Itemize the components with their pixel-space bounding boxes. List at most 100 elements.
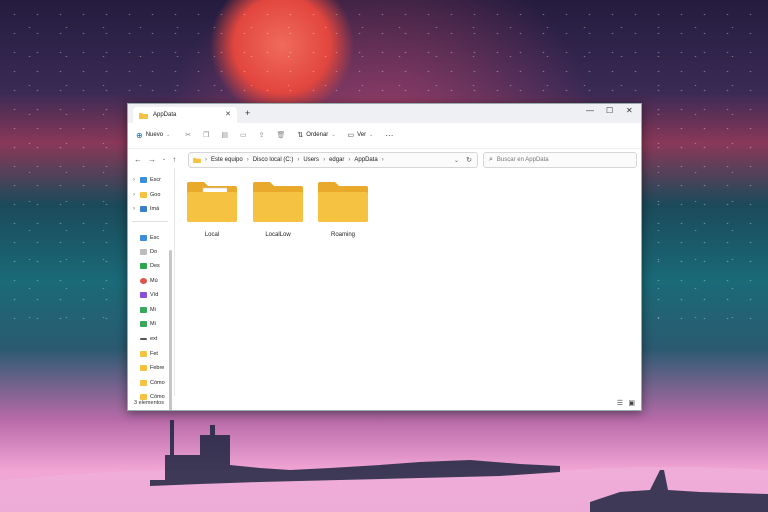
new-tab-button[interactable]: +: [245, 108, 250, 118]
sidebar-item[interactable]: Mi: [133, 318, 156, 329]
sidebar-item[interactable]: ext: [133, 333, 157, 344]
sidebar-item-label: Febre: [150, 364, 165, 371]
sidebar-item[interactable]: Febre: [133, 362, 164, 373]
sidebar-item[interactable]: › Escr: [133, 174, 161, 185]
sidebar-item[interactable]: Mi: [133, 304, 156, 315]
documents-icon: [140, 248, 147, 255]
folder-icon: [193, 157, 201, 163]
sidebar-item-label: Fet: [150, 350, 158, 357]
command-bar: ⊕ Nuevo ⌄ ✂ ❐ ▤ ▭ ⇪ 🗑 ⇅ Ordenar ⌄ ▭ Ver …: [128, 123, 641, 147]
breadcrumb-separator: ›: [381, 157, 384, 163]
title-bar: AppData ✕ + — ☐ ✕: [128, 104, 641, 123]
search-icon: ⌕: [489, 156, 493, 163]
folder-icon: [318, 182, 368, 222]
breadcrumb-item[interactable]: AppData: [354, 157, 377, 163]
folder-item-locallow[interactable]: LocalLow: [250, 182, 306, 238]
search-placeholder: Buscar en AppData: [496, 157, 549, 163]
address-bar[interactable]: › Este equipo › Disco local (C:) › Users…: [188, 152, 478, 168]
navigation-pane: › Escr › Goo › Imá Esc Do Des Mú Víd Mi Mi …: [128, 168, 175, 410]
sidebar-item-label: Do: [150, 248, 158, 255]
sidebar-item[interactable]: Cómo: [133, 377, 165, 388]
sidebar-item[interactable]: Fet: [133, 348, 158, 359]
drive-icon: [140, 306, 147, 313]
share-icon[interactable]: ⇪: [259, 131, 265, 139]
folder-icon: [140, 379, 147, 386]
wallpaper-city-silhouette: [0, 420, 768, 512]
chevron-down-icon: ⌄: [369, 132, 374, 138]
rename-icon[interactable]: ▭: [240, 131, 247, 139]
file-explorer-window: AppData ✕ + — ☐ ✕ ⊕ Nuevo ⌄ ✂ ❐ ▤ ▭ ⇪ 🗑 …: [127, 103, 642, 411]
sidebar-item[interactable]: Esc: [133, 232, 159, 243]
paste-icon[interactable]: ▤: [221, 131, 228, 139]
up-arrow-icon[interactable]: ↑: [172, 155, 176, 164]
chevron-down-icon[interactable]: ⌄: [162, 156, 166, 162]
sidebar-item[interactable]: › Goo: [133, 189, 160, 200]
sidebar-item-label: Des: [150, 262, 160, 269]
sidebar-item[interactable]: › Imá: [133, 203, 159, 214]
file-list: Local LocalLow Roaming: [175, 168, 641, 396]
tab-title: AppData: [153, 112, 177, 118]
sidebar-scrollbar[interactable]: [169, 250, 172, 410]
folder-item-roaming[interactable]: Roaming: [315, 182, 371, 238]
item-count: 3 elementos: [134, 400, 164, 406]
sidebar-item[interactable]: Mú: [133, 275, 158, 286]
folder-icon: [140, 350, 147, 357]
cut-icon[interactable]: ✂: [185, 131, 191, 139]
more-options-button[interactable]: ···: [385, 131, 393, 140]
dropdown-chevron-icon[interactable]: ⌄: [454, 157, 459, 164]
drive-icon: [140, 320, 147, 327]
view-button[interactable]: ▭ Ver ⌄: [348, 131, 374, 139]
breadcrumb-separator: ›: [323, 157, 326, 163]
folder-icon: [139, 112, 148, 119]
sidebar-item-label: Escr: [150, 176, 161, 183]
plus-circle-icon: ⊕: [136, 130, 143, 140]
view-label: Ver: [357, 132, 367, 138]
search-input[interactable]: ⌕ Buscar en AppData: [483, 152, 637, 168]
forward-arrow-icon[interactable]: →: [148, 155, 156, 164]
sidebar-item-label: Mi: [150, 320, 156, 327]
back-arrow-icon[interactable]: ←: [134, 155, 142, 164]
maximize-button[interactable]: ☐: [606, 106, 613, 115]
sidebar-item-label: ext: [150, 335, 158, 342]
folder-icon: [187, 182, 237, 222]
minimize-button[interactable]: —: [586, 106, 594, 115]
folder-icon: [140, 191, 147, 198]
status-bar: 3 elementos ☰ ▣: [128, 396, 641, 410]
breadcrumb-item[interactable]: Este equipo: [211, 157, 243, 163]
view-icon: ▭: [347, 132, 355, 139]
folder-icon: [140, 364, 147, 371]
details-view-icon[interactable]: ☰: [617, 399, 623, 407]
sidebar-item-label: Víd: [150, 291, 159, 298]
sort-button[interactable]: ⇅ Ordenar ⌄: [297, 131, 335, 139]
breadcrumb-separator: ›: [297, 157, 300, 163]
chevron-down-icon: ⌄: [331, 132, 336, 138]
new-label: Nuevo: [145, 132, 164, 138]
breadcrumb-item[interactable]: edgar: [329, 157, 344, 163]
sidebar-item-label: Esc: [150, 234, 160, 241]
chevron-right-icon: ›: [133, 176, 135, 183]
folder-label: Local: [204, 232, 220, 238]
pictures-icon: [140, 205, 147, 212]
delete-icon[interactable]: 🗑: [277, 131, 286, 139]
tab-appdata[interactable]: AppData ✕: [133, 107, 237, 123]
folder-item-local[interactable]: Local: [184, 182, 240, 238]
breadcrumb-separator: ›: [246, 157, 249, 163]
sort-label: Ordenar: [306, 132, 329, 138]
sidebar-item[interactable]: Víd: [133, 289, 158, 300]
refresh-icon[interactable]: ↻: [466, 156, 472, 164]
desktop-icon: [140, 176, 147, 183]
sidebar-item-label: Mú: [150, 277, 158, 284]
videos-icon: [140, 291, 147, 298]
close-button[interactable]: ✕: [626, 106, 633, 115]
tiles-view-icon[interactable]: ▣: [628, 399, 635, 407]
sidebar-item-label: Cómo: [150, 379, 165, 386]
new-button[interactable]: ⊕ Nuevo ⌄: [136, 131, 170, 140]
copy-icon[interactable]: ❐: [203, 131, 209, 139]
music-icon: [140, 277, 147, 284]
tab-close-button[interactable]: ✕: [225, 110, 231, 118]
sidebar-item[interactable]: Do: [133, 246, 157, 257]
breadcrumb-item[interactable]: Disco local (C:): [253, 157, 294, 163]
sidebar-item[interactable]: Des: [133, 260, 160, 271]
breadcrumb-item[interactable]: Users: [303, 157, 319, 163]
sidebar-item-label: Mi: [150, 306, 156, 313]
